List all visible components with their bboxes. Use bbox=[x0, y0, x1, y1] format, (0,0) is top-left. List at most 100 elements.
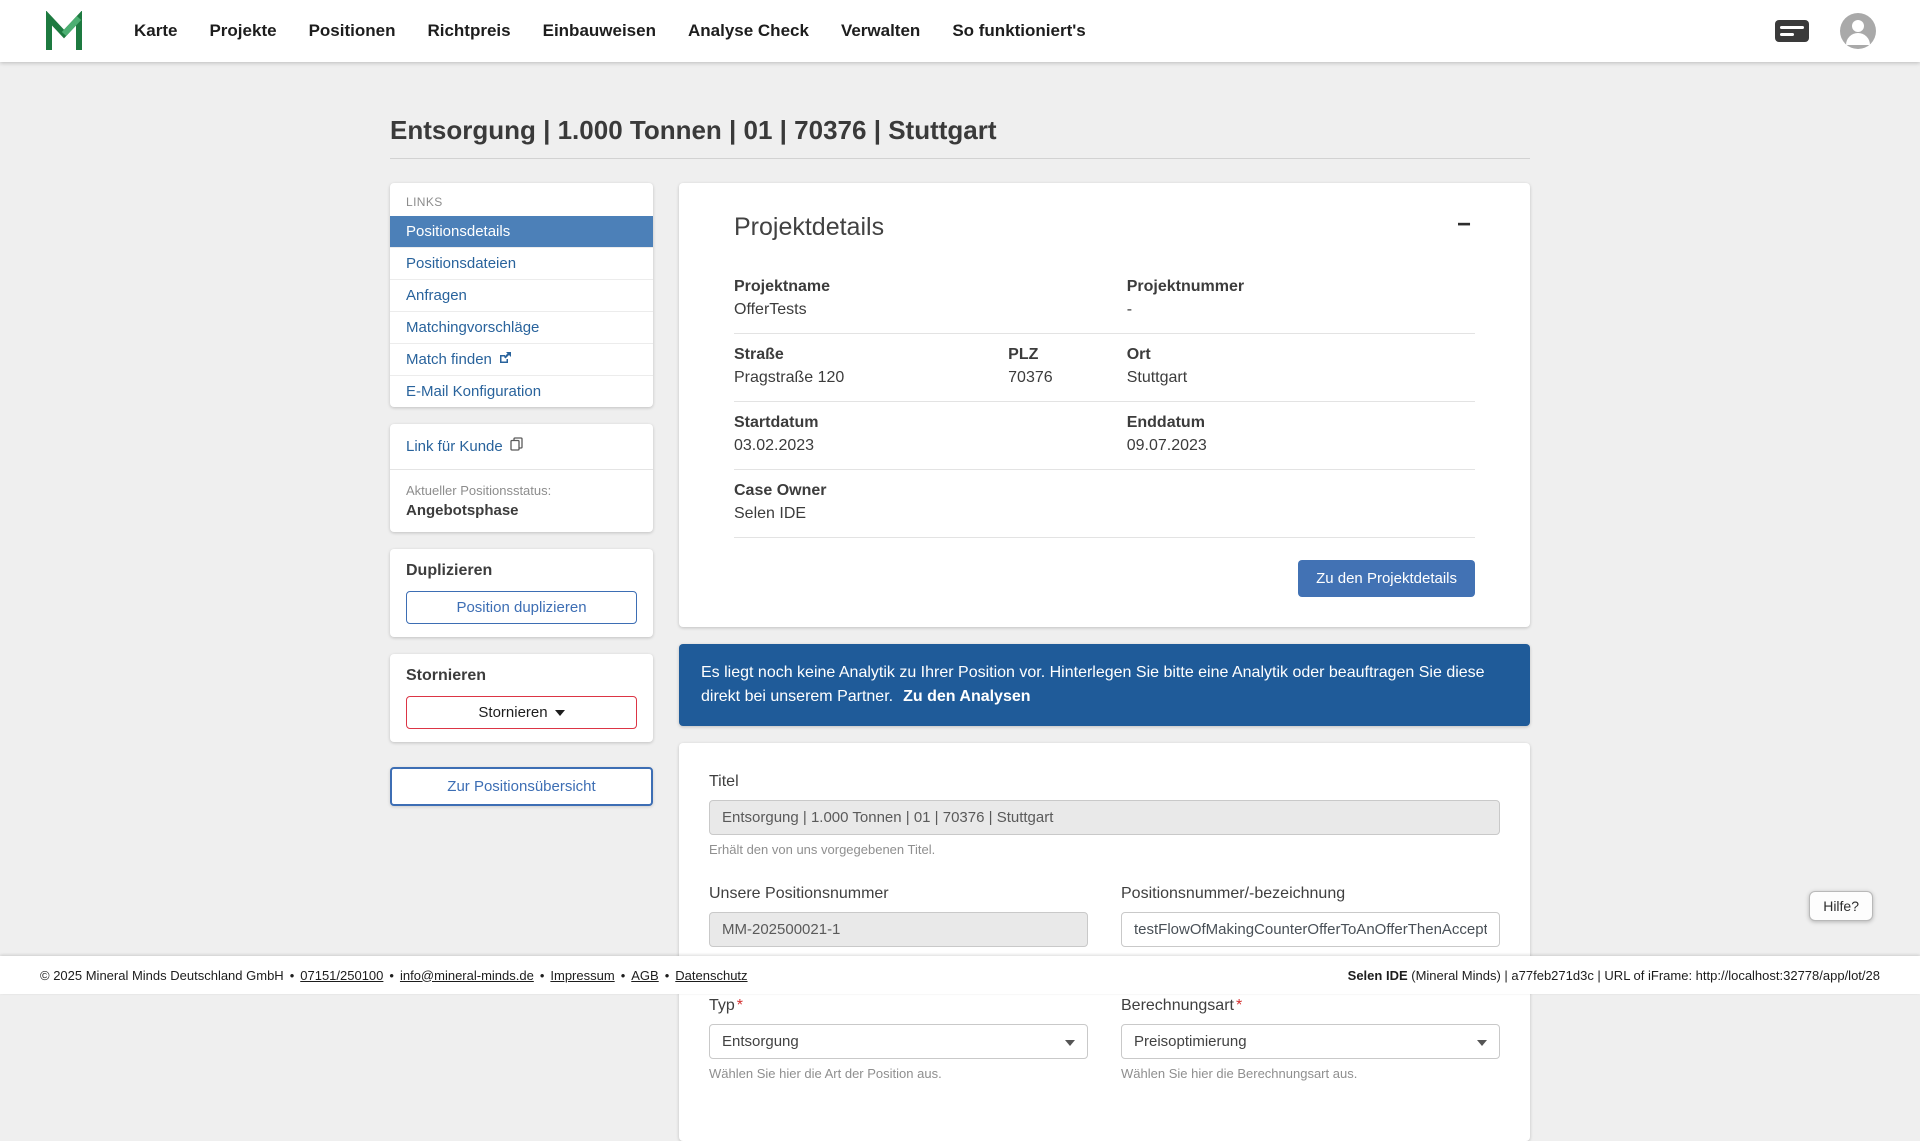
berechnungsart-label-text: Berechnungsart bbox=[1121, 997, 1234, 1014]
go-to-analyses-link[interactable]: Zu den Analysen bbox=[903, 688, 1030, 705]
cancel-heading: Stornieren bbox=[406, 667, 637, 685]
sidebar-item-positionsdetails[interactable]: Positionsdetails bbox=[390, 216, 653, 247]
customer-link-card: Link für Kunde Aktueller Positionsstatus… bbox=[390, 424, 653, 532]
position-overview-button[interactable]: Zur Positionsübersicht bbox=[390, 767, 653, 806]
card-divider bbox=[390, 469, 653, 470]
required-asterisk: * bbox=[737, 997, 743, 1014]
position-status-label: Aktueller Positionsstatus: bbox=[406, 483, 637, 498]
nav-item-richtpreis[interactable]: Richtpreis bbox=[427, 21, 510, 41]
cancel-card: Stornieren Stornieren bbox=[390, 654, 653, 742]
typ-label: Typ* bbox=[709, 997, 1088, 1015]
go-to-project-details-button[interactable]: Zu den Projektdetails bbox=[1298, 560, 1475, 597]
footer-separator: • bbox=[290, 968, 295, 983]
berechnungsart-field-group: Berechnungsart* Preisoptimierung Wählen … bbox=[1121, 997, 1500, 1081]
datenschutz-link[interactable]: Datenschutz bbox=[675, 968, 747, 983]
startdatum-value: 03.02.2023 bbox=[734, 437, 1008, 455]
duplicate-position-button[interactable]: Position duplizieren bbox=[406, 591, 637, 624]
nav-item-positionen[interactable]: Positionen bbox=[309, 21, 396, 41]
duplicate-card: Duplizieren Position duplizieren bbox=[390, 549, 653, 637]
sidebar-item-matchingvorschlaege[interactable]: Matchingvorschläge bbox=[390, 311, 653, 343]
projektnummer-value: - bbox=[1127, 301, 1475, 319]
copyright-text: © 2025 Mineral Minds Deutschland GmbH bbox=[40, 968, 284, 983]
ort-label: Ort bbox=[1127, 346, 1475, 364]
nav-item-projekte[interactable]: Projekte bbox=[209, 21, 276, 41]
project-row-address: Straße Pragstraße 120 PLZ 70376 Ort Stut… bbox=[734, 334, 1475, 402]
session-user: Selen IDE bbox=[1348, 968, 1408, 983]
required-asterisk: * bbox=[1236, 997, 1242, 1014]
case-owner-label: Case Owner bbox=[734, 482, 1008, 500]
collapse-minus-icon[interactable]: − bbox=[1453, 213, 1475, 237]
projektname-value: OfferTests bbox=[734, 301, 1008, 319]
caret-down-icon bbox=[555, 710, 565, 716]
footer-separator: • bbox=[540, 968, 545, 983]
startdatum-label: Startdatum bbox=[734, 414, 1008, 432]
case-owner-value: Selen IDE bbox=[734, 505, 1008, 523]
customer-link[interactable]: Link für Kunde bbox=[406, 437, 523, 455]
email-link[interactable]: info@mineral-minds.de bbox=[400, 968, 534, 983]
customer-link-label: Link für Kunde bbox=[406, 438, 503, 455]
user-avatar[interactable] bbox=[1840, 13, 1876, 49]
sidebar-item-match-finden[interactable]: Match finden bbox=[390, 343, 653, 375]
project-row-name-number: Projektname OfferTests Projektnummer - bbox=[734, 266, 1475, 334]
titel-label: Titel bbox=[709, 773, 1500, 791]
project-details-card: Projektdetails − Projektname OfferTests … bbox=[679, 183, 1530, 627]
strasse-label: Straße bbox=[734, 346, 1008, 364]
berechnungsart-help: Wählen Sie hier die Berechnungsart aus. bbox=[1121, 1066, 1500, 1081]
enddatum-label: Enddatum bbox=[1127, 414, 1475, 432]
strasse-value: Pragstraße 120 bbox=[734, 369, 1008, 387]
sidebar-item-email-konfiguration[interactable]: E-Mail Konfiguration bbox=[390, 375, 653, 407]
ort-value: Stuttgart bbox=[1127, 369, 1475, 387]
nav-item-analyse-check[interactable]: Analyse Check bbox=[688, 21, 809, 41]
our-number-label: Unsere Positionsnummer bbox=[709, 885, 1088, 903]
titel-input bbox=[709, 800, 1500, 835]
cancel-position-button[interactable]: Stornieren bbox=[406, 696, 637, 729]
banner-text: Es liegt noch keine Analytik zu Ihrer Po… bbox=[701, 664, 1485, 705]
typ-select[interactable]: Entsorgung bbox=[709, 1024, 1088, 1059]
plz-value: 70376 bbox=[1008, 369, 1127, 387]
nav-item-verwalten[interactable]: Verwalten bbox=[841, 21, 920, 41]
caret-down-icon bbox=[1065, 1040, 1075, 1046]
sidebar-links-card: LINKS Positionsdetails Positionsdateien … bbox=[390, 183, 653, 407]
sidebar-item-label: Match finden bbox=[406, 351, 492, 368]
footer-separator: • bbox=[389, 968, 394, 983]
footer-separator: • bbox=[665, 968, 670, 983]
help-button[interactable]: Hilfe? bbox=[1809, 891, 1873, 921]
berechnungsart-label: Berechnungsart* bbox=[1121, 997, 1500, 1015]
links-header: LINKS bbox=[390, 183, 653, 216]
nav-item-karte[interactable]: Karte bbox=[134, 21, 177, 41]
sidebar: LINKS Positionsdetails Positionsdateien … bbox=[390, 183, 653, 806]
plz-label: PLZ bbox=[1008, 346, 1127, 364]
custom-number-label: Positionsnummer/-bezeichnung bbox=[1121, 885, 1500, 903]
position-status-value: Angebotsphase bbox=[406, 502, 637, 519]
berechnungsart-select-value: Preisoptimierung bbox=[1134, 1033, 1247, 1050]
title-divider bbox=[390, 158, 1530, 159]
berechnungsart-select[interactable]: Preisoptimierung bbox=[1121, 1024, 1500, 1059]
copy-icon bbox=[510, 437, 523, 455]
our-position-number-input bbox=[709, 912, 1088, 947]
top-navbar: Karte Projekte Positionen Richtpreis Ein… bbox=[0, 0, 1920, 62]
caret-down-icon bbox=[1477, 1040, 1487, 1046]
sidebar-item-positionsdateien[interactable]: Positionsdateien bbox=[390, 247, 653, 279]
footer: © 2025 Mineral Minds Deutschland GmbH • … bbox=[0, 956, 1920, 994]
titel-help: Erhält den von uns vorgegebenen Titel. bbox=[709, 842, 1500, 857]
nav-item-so-funktionierts[interactable]: So funktioniert's bbox=[952, 21, 1085, 41]
nav-item-einbauweisen[interactable]: Einbauweisen bbox=[543, 21, 656, 41]
enddatum-value: 09.07.2023 bbox=[1127, 437, 1475, 455]
projektnummer-label: Projektnummer bbox=[1127, 278, 1475, 296]
position-number-input[interactable] bbox=[1121, 912, 1500, 947]
project-row-owner: Case Owner Selen IDE bbox=[734, 470, 1475, 538]
typ-field-group: Typ* Entsorgung Wählen Sie hier die Art … bbox=[709, 997, 1088, 1081]
impressum-link[interactable]: Impressum bbox=[550, 968, 614, 983]
agb-link[interactable]: AGB bbox=[631, 968, 658, 983]
phone-link[interactable]: 07151/250100 bbox=[300, 968, 383, 983]
sidebar-item-anfragen[interactable]: Anfragen bbox=[390, 279, 653, 311]
typ-help: Wählen Sie hier die Art der Position aus… bbox=[709, 1066, 1088, 1081]
external-link-icon bbox=[499, 351, 512, 368]
project-row-dates: Startdatum 03.02.2023 Enddatum 09.07.202… bbox=[734, 402, 1475, 470]
footer-separator: • bbox=[621, 968, 626, 983]
projektname-label: Projektname bbox=[734, 278, 1008, 296]
main-panel: Projektdetails − Projektname OfferTests … bbox=[679, 183, 1530, 1141]
credit-card-icon[interactable] bbox=[1774, 19, 1810, 43]
mineral-minds-logo[interactable] bbox=[44, 11, 84, 51]
duplicate-heading: Duplizieren bbox=[406, 562, 637, 580]
